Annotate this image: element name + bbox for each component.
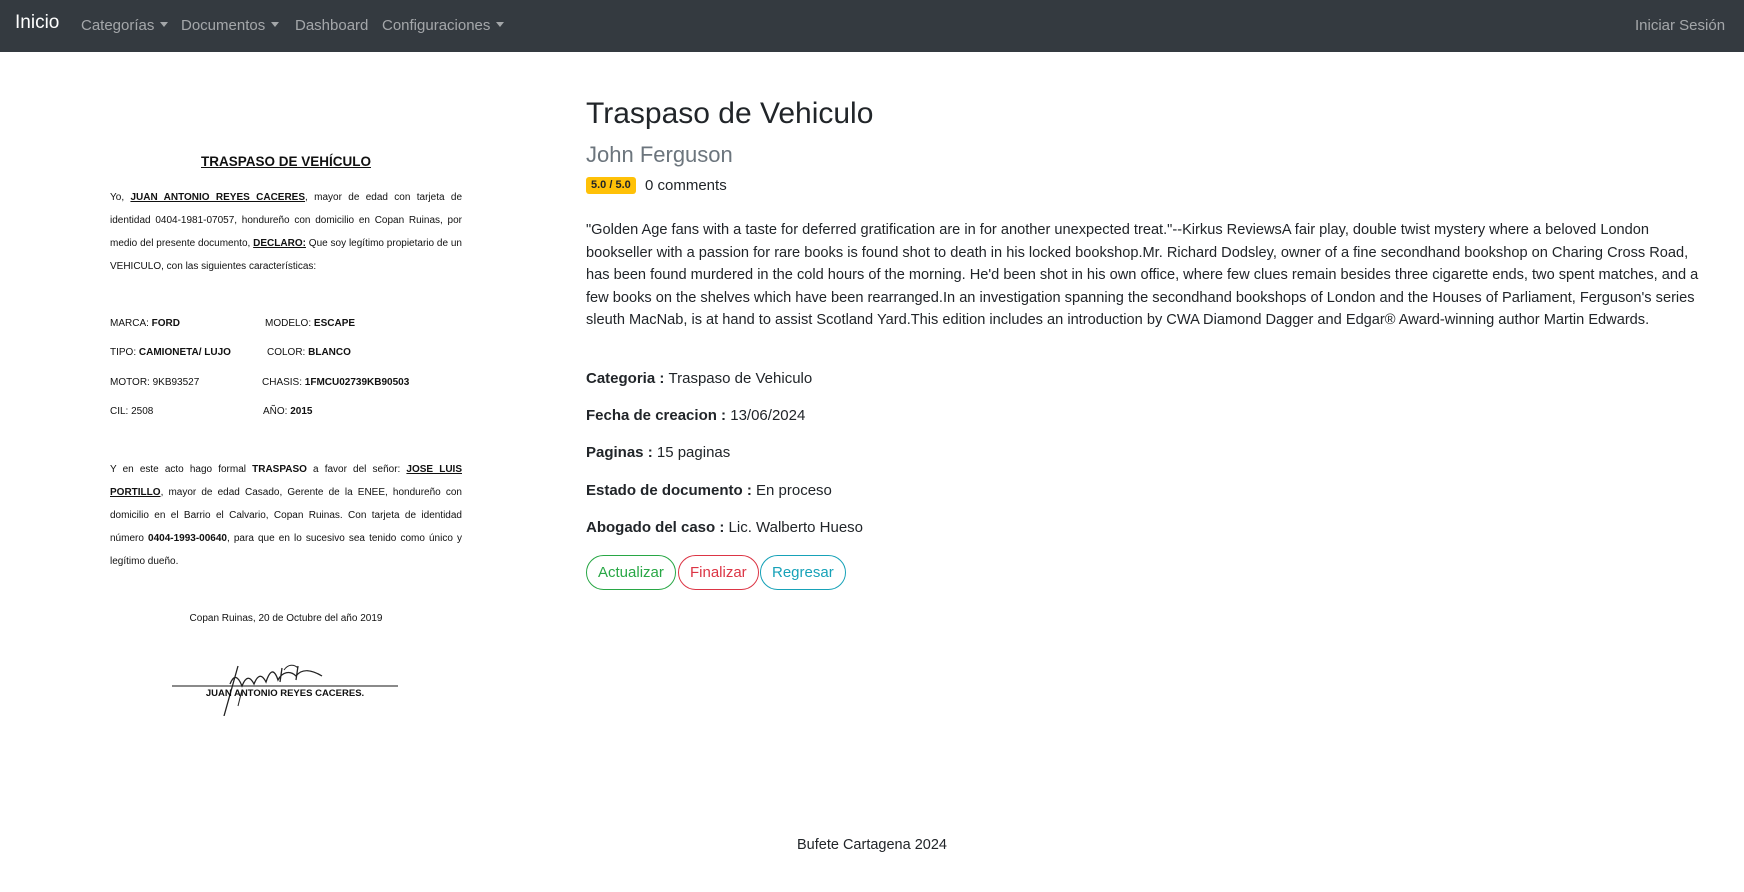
nav-categorias-dropdown[interactable]: Categorías — [81, 17, 169, 34]
caret-down-icon — [160, 22, 169, 27]
doc-owner-name: JUAN ANTONIO REYES CACERES — [130, 192, 306, 203]
doc-field-value: ESCAPE — [313, 318, 356, 329]
doc-field-color: COLOR: BLANCO — [267, 347, 351, 358]
document-title-heading: Traspaso de Vehiculo — [586, 97, 874, 130]
doc-buyer-id: 0404-1993-00640 — [148, 533, 227, 544]
document-paragraph-1: Yo, JUAN ANTONIO REYES CACERES, mayor de… — [110, 186, 462, 278]
doc-field-label: AÑO: — [263, 406, 291, 417]
doc-field-label: TIPO: — [110, 347, 139, 358]
document-preview: TRASPASO DE VEHÍCULO Yo, JUAN ANTONIO RE… — [110, 150, 462, 720]
author-name: John Ferguson — [586, 142, 733, 167]
field-label: Abogado del caso : — [586, 519, 729, 536]
doc-field-label: COLOR: — [267, 347, 309, 358]
doc-field-label: CIL: — [110, 406, 132, 417]
doc-field-label: CHASIS: — [262, 377, 305, 388]
nav-categorias-label: Categorías — [81, 17, 155, 34]
update-button[interactable]: Actualizar — [586, 555, 676, 590]
field-label: Fecha de creacion : — [586, 407, 731, 424]
doc-place-date: Copan Ruinas, 20 de Octubre del año 2019 — [189, 613, 383, 624]
finish-button[interactable]: Finalizar — [678, 555, 759, 590]
doc-field-modelo: MODELO: ESCAPE — [265, 318, 355, 329]
doc-field-chasis: CHASIS: 1FMCU02739KB90503 — [262, 377, 409, 388]
nav-configuraciones-label: Configuraciones — [382, 17, 491, 34]
doc-field-value: 9KB93527 — [152, 377, 200, 388]
field-label: Categoria : — [586, 370, 669, 387]
nav-documentos-label: Documentos — [181, 17, 266, 34]
field-value: 15 paginas — [656, 444, 731, 461]
navbar: Inicio Categorías Documentos Dashboard C… — [0, 0, 1744, 52]
login-link[interactable]: Iniciar Sesión — [1635, 17, 1725, 34]
doc-field-value: BLANCO — [308, 347, 351, 358]
doc-field-tipo: TIPO: CAMIONETA/ LUJO — [110, 347, 231, 358]
nav-dashboard-link[interactable]: Dashboard — [295, 17, 368, 34]
doc-text: Y en este acto hago formal — [110, 464, 253, 475]
signature-name: JUAN ANTONIO REYES CACERES. — [205, 688, 365, 699]
doc-field-value: 1FMCU02739KB90503 — [304, 377, 410, 388]
doc-field-anio: AÑO: 2015 — [263, 406, 312, 417]
field-value: Traspaso de Vehiculo — [668, 370, 813, 387]
caret-down-icon — [496, 22, 505, 27]
field-paginas: Paginas : 15 paginas — [586, 444, 730, 461]
rating-badge: 5.0 / 5.0 — [586, 177, 636, 194]
field-value: Lic. Walberto Hueso — [728, 519, 864, 536]
field-value: En proceso — [756, 482, 832, 499]
nav-documentos-dropdown[interactable]: Documentos — [181, 17, 280, 34]
field-value: 13/06/2024 — [730, 407, 806, 424]
footer-text: Bufete Cartagena 2024 — [797, 837, 947, 853]
doc-field-label: MOTOR: — [110, 377, 153, 388]
nav-dashboard-label: Dashboard — [295, 17, 369, 34]
doc-traspaso: TRASPASO — [252, 464, 307, 475]
document-description: "Golden Age fans with a taste for deferr… — [586, 222, 1699, 328]
doc-field-value: FORD — [151, 318, 181, 329]
field-label: Estado de documento : — [586, 482, 757, 499]
document-title: TRASPASO DE VEHÍCULO — [200, 154, 371, 169]
doc-field-marca: MARCA: FORD — [110, 318, 180, 329]
doc-field-motor: MOTOR: 9KB93527 — [110, 377, 199, 388]
doc-field-value: 2015 — [290, 406, 313, 417]
field-estado: Estado de documento : En proceso — [586, 482, 832, 499]
doc-field-label: MODELO: — [265, 318, 314, 329]
document-paragraph-2: Y en este acto hago formal TRASPASO a fa… — [110, 458, 462, 573]
field-fecha-creacion: Fecha de creacion : 13/06/2024 — [586, 407, 805, 424]
comments-count: 0 comments — [645, 177, 727, 194]
field-categoria: Categoria : Traspaso de Vehiculo — [586, 370, 812, 387]
doc-text: Yo, — [110, 192, 131, 203]
field-abogado: Abogado del caso : Lic. Walberto Hueso — [586, 519, 863, 536]
brand-link[interactable]: Inicio — [15, 12, 59, 34]
doc-field-label: MARCA: — [110, 318, 152, 329]
field-label: Paginas : — [586, 444, 657, 461]
back-button[interactable]: Regresar — [760, 555, 846, 590]
caret-down-icon — [271, 22, 280, 27]
doc-text: a favor del señor: — [306, 464, 407, 475]
doc-field-value: CAMIONETA/ LUJO — [138, 347, 231, 358]
doc-field-value: 2508 — [131, 406, 154, 417]
signature-image — [172, 664, 398, 716]
nav-configuraciones-dropdown[interactable]: Configuraciones — [382, 17, 505, 34]
doc-declaro: DECLARO: — [253, 238, 306, 249]
doc-field-cil: CIL: 2508 — [110, 406, 153, 417]
